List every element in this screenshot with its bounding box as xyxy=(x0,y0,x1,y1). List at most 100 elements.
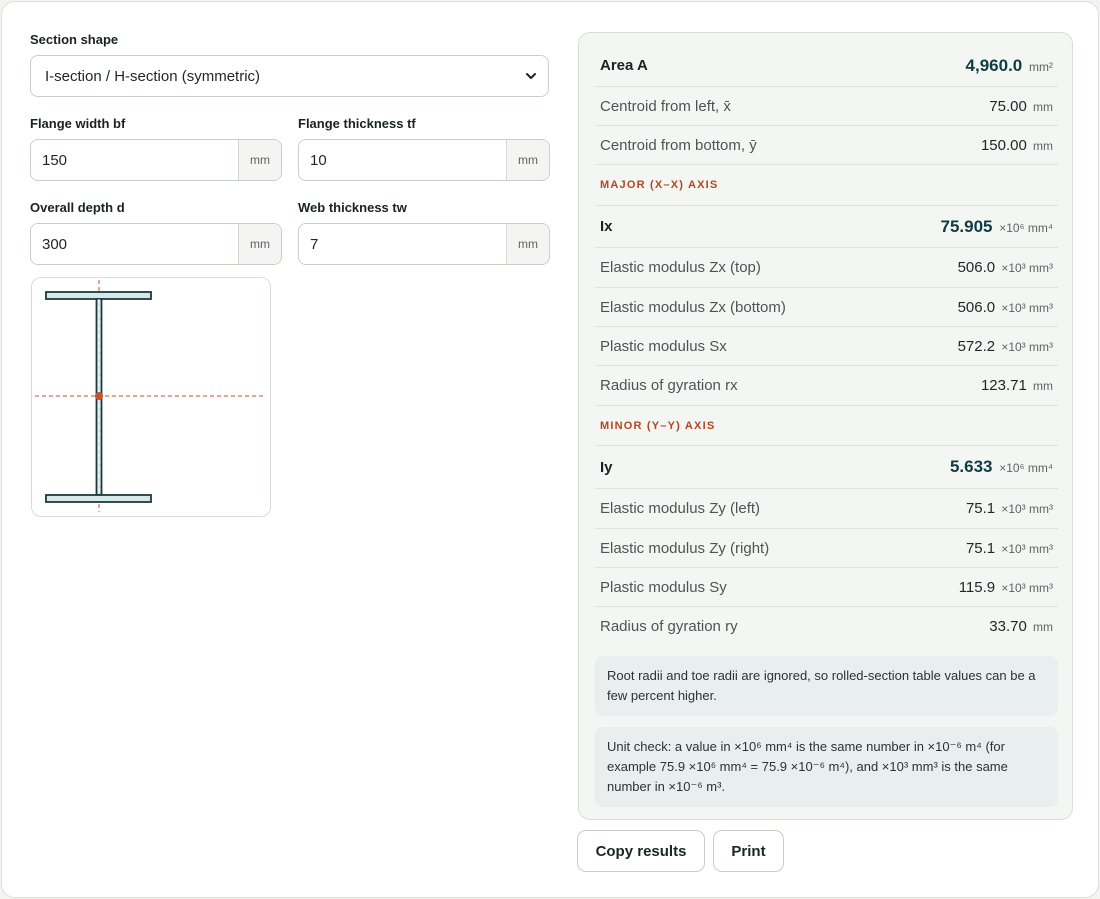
ry-value-group: 33.70 mm xyxy=(989,618,1053,635)
minor-axis-heading-row: MINOR (Y–Y) AXIS xyxy=(595,406,1058,446)
zy-right-unit: ×10³ mm³ xyxy=(1001,541,1053,556)
ix-value-group: 75.905 ×10⁶ mm⁴ xyxy=(940,217,1053,237)
result-zx-bottom: Elastic modulus Zx (bottom) 506.0 ×10³ m… xyxy=(595,288,1058,327)
sx-value-group: 572.2 ×10³ mm³ xyxy=(958,338,1053,355)
zx-bottom-name: Elastic modulus Zx (bottom) xyxy=(600,298,786,316)
top-flange xyxy=(45,291,152,300)
chevron-down-icon xyxy=(526,73,536,79)
result-zy-left: Elastic modulus Zy (left) 75.1 ×10³ mm³ xyxy=(595,489,1058,529)
iy-value-group: 5.633 ×10⁶ mm⁴ xyxy=(950,457,1053,477)
section-diagram xyxy=(31,277,271,517)
flange-thickness-unit: mm xyxy=(506,140,549,180)
zy-right-value-group: 75.1 ×10³ mm³ xyxy=(966,540,1053,557)
minor-axis-heading: MINOR (Y–Y) AXIS xyxy=(600,419,716,432)
sy-value-group: 115.9 ×10³ mm³ xyxy=(959,579,1053,596)
result-ix: Ix 75.905 ×10⁶ mm⁴ xyxy=(595,206,1058,248)
sy-value: 115.9 xyxy=(958,578,996,596)
zy-right-value: 75.1 xyxy=(965,539,996,557)
result-zy-right: Elastic modulus Zy (right) 75.1 ×10³ mm³ xyxy=(595,529,1058,568)
xbar-name: Centroid from left, x̄ xyxy=(600,97,731,115)
section-shape-label: Section shape xyxy=(30,32,119,47)
zx-bottom-value: 506.0 xyxy=(957,298,996,316)
rx-value: 123.71 xyxy=(980,377,1027,394)
zy-left-value: 75.1 xyxy=(965,500,996,517)
zx-bottom-unit: ×10³ mm³ xyxy=(1001,300,1053,315)
zy-right-name: Elastic modulus Zy (right) xyxy=(600,539,770,557)
sx-name: Plastic modulus Sx xyxy=(600,337,727,355)
area-value-group: 4,960.0 mm² xyxy=(966,56,1053,76)
section-shape-select[interactable]: I-section / H-section (symmetric) xyxy=(30,55,549,97)
overall-depth-field: Overall depth d mm xyxy=(30,200,282,265)
sx-value: 572.2 xyxy=(957,337,996,355)
zx-top-unit: ×10³ mm³ xyxy=(1001,261,1053,275)
print-button[interactable]: Print xyxy=(713,830,784,872)
result-ry: Radius of gyration ry 33.70 mm xyxy=(595,607,1058,646)
zx-top-name: Elastic modulus Zx (top) xyxy=(600,259,761,276)
flange-width-field: Flange width bf mm xyxy=(30,116,282,181)
xbar-value-group: 75.00 mm xyxy=(989,98,1053,115)
radii-note: Root radii and toe radii are ignored, so… xyxy=(595,656,1058,716)
result-rx: Radius of gyration rx 123.71 mm xyxy=(595,366,1058,406)
zx-top-value-group: 506.0 ×10³ mm³ xyxy=(958,259,1053,276)
rx-name: Radius of gyration rx xyxy=(600,377,738,394)
bottom-flange xyxy=(45,494,152,503)
flange-thickness-input[interactable] xyxy=(299,140,506,180)
area-value: 4,960.0 xyxy=(965,55,1023,75)
flange-width-label: Flange width bf xyxy=(30,116,126,131)
result-ybar: Centroid from bottom, ȳ 150.00 mm xyxy=(595,126,1058,165)
i-section-drawing xyxy=(35,280,266,512)
area-name: Area A xyxy=(600,57,648,74)
flange-thickness-field: Flange thickness tf mm xyxy=(298,116,550,181)
xbar-value: 75.00 xyxy=(989,97,1027,115)
section-shape-value: I-section / H-section (symmetric) xyxy=(45,67,261,85)
result-area: Area A 4,960.0 mm² xyxy=(595,45,1058,87)
zx-top-value: 506.0 xyxy=(957,259,996,276)
flange-width-unit: mm xyxy=(238,140,281,180)
iy-value: 5.633 xyxy=(949,457,993,476)
overall-depth-label: Overall depth d xyxy=(30,200,125,215)
result-sy: Plastic modulus Sy 115.9 ×10³ mm³ xyxy=(595,568,1058,607)
ybar-value: 150.00 xyxy=(980,136,1027,154)
web-thickness-input[interactable] xyxy=(299,224,506,264)
sy-unit: ×10³ mm³ xyxy=(1001,580,1053,595)
result-zx-top: Elastic modulus Zx (top) 506.0 ×10³ mm³ xyxy=(595,248,1058,288)
calculator-card: Section shape I-section / H-section (sym… xyxy=(1,1,1099,898)
input-form: Section shape I-section / H-section (sym… xyxy=(30,32,550,265)
ix-name: Ix xyxy=(600,218,613,235)
rx-value-group: 123.71 mm xyxy=(981,377,1053,394)
major-axis-heading: MAJOR (X–X) AXIS xyxy=(600,179,719,191)
zx-bottom-value-group: 506.0 ×10³ mm³ xyxy=(958,299,1053,316)
result-sx: Plastic modulus Sx 572.2 ×10³ mm³ xyxy=(595,327,1058,366)
results-panel: Area A 4,960.0 mm² Centroid from left, x… xyxy=(578,32,1073,820)
xbar-unit: mm xyxy=(1033,99,1053,114)
zy-left-value-group: 75.1 ×10³ mm³ xyxy=(966,500,1053,517)
major-axis-heading-row: MAJOR (X–X) AXIS xyxy=(595,165,1058,206)
overall-depth-unit: mm xyxy=(238,224,281,264)
ry-name: Radius of gyration ry xyxy=(600,618,738,635)
centroid-marker xyxy=(95,392,103,400)
web-thickness-unit: mm xyxy=(506,224,549,264)
iy-unit: ×10⁶ mm⁴ xyxy=(999,461,1053,475)
ybar-unit: mm xyxy=(1033,138,1053,153)
ix-value: 75.905 xyxy=(940,216,993,236)
zy-left-unit: ×10³ mm³ xyxy=(1001,502,1053,516)
area-unit: mm² xyxy=(1029,59,1053,74)
sx-unit: ×10³ mm³ xyxy=(1001,339,1053,354)
ix-unit: ×10⁶ mm⁴ xyxy=(999,220,1053,235)
web-thickness-label: Web thickness tw xyxy=(298,200,407,215)
flange-thickness-label: Flange thickness tf xyxy=(298,116,416,131)
result-xbar: Centroid from left, x̄ 75.00 mm xyxy=(595,87,1058,126)
ry-value: 33.70 xyxy=(989,618,1027,635)
web-thickness-field: Web thickness tw mm xyxy=(298,200,550,265)
unit-check-note: Unit check: a value in ×10⁶ mm⁴ is the s… xyxy=(595,727,1058,807)
copy-results-button[interactable]: Copy results xyxy=(577,830,705,872)
ybar-name: Centroid from bottom, ȳ xyxy=(600,136,757,154)
overall-depth-input[interactable] xyxy=(31,224,238,264)
sy-name: Plastic modulus Sy xyxy=(600,578,727,596)
ybar-value-group: 150.00 mm xyxy=(981,137,1053,154)
iy-name: Iy xyxy=(600,458,613,476)
zy-left-name: Elastic modulus Zy (left) xyxy=(600,500,761,517)
rx-unit: mm xyxy=(1033,379,1053,393)
result-iy: Iy 5.633 ×10⁶ mm⁴ xyxy=(595,446,1058,489)
flange-width-input[interactable] xyxy=(31,140,238,180)
